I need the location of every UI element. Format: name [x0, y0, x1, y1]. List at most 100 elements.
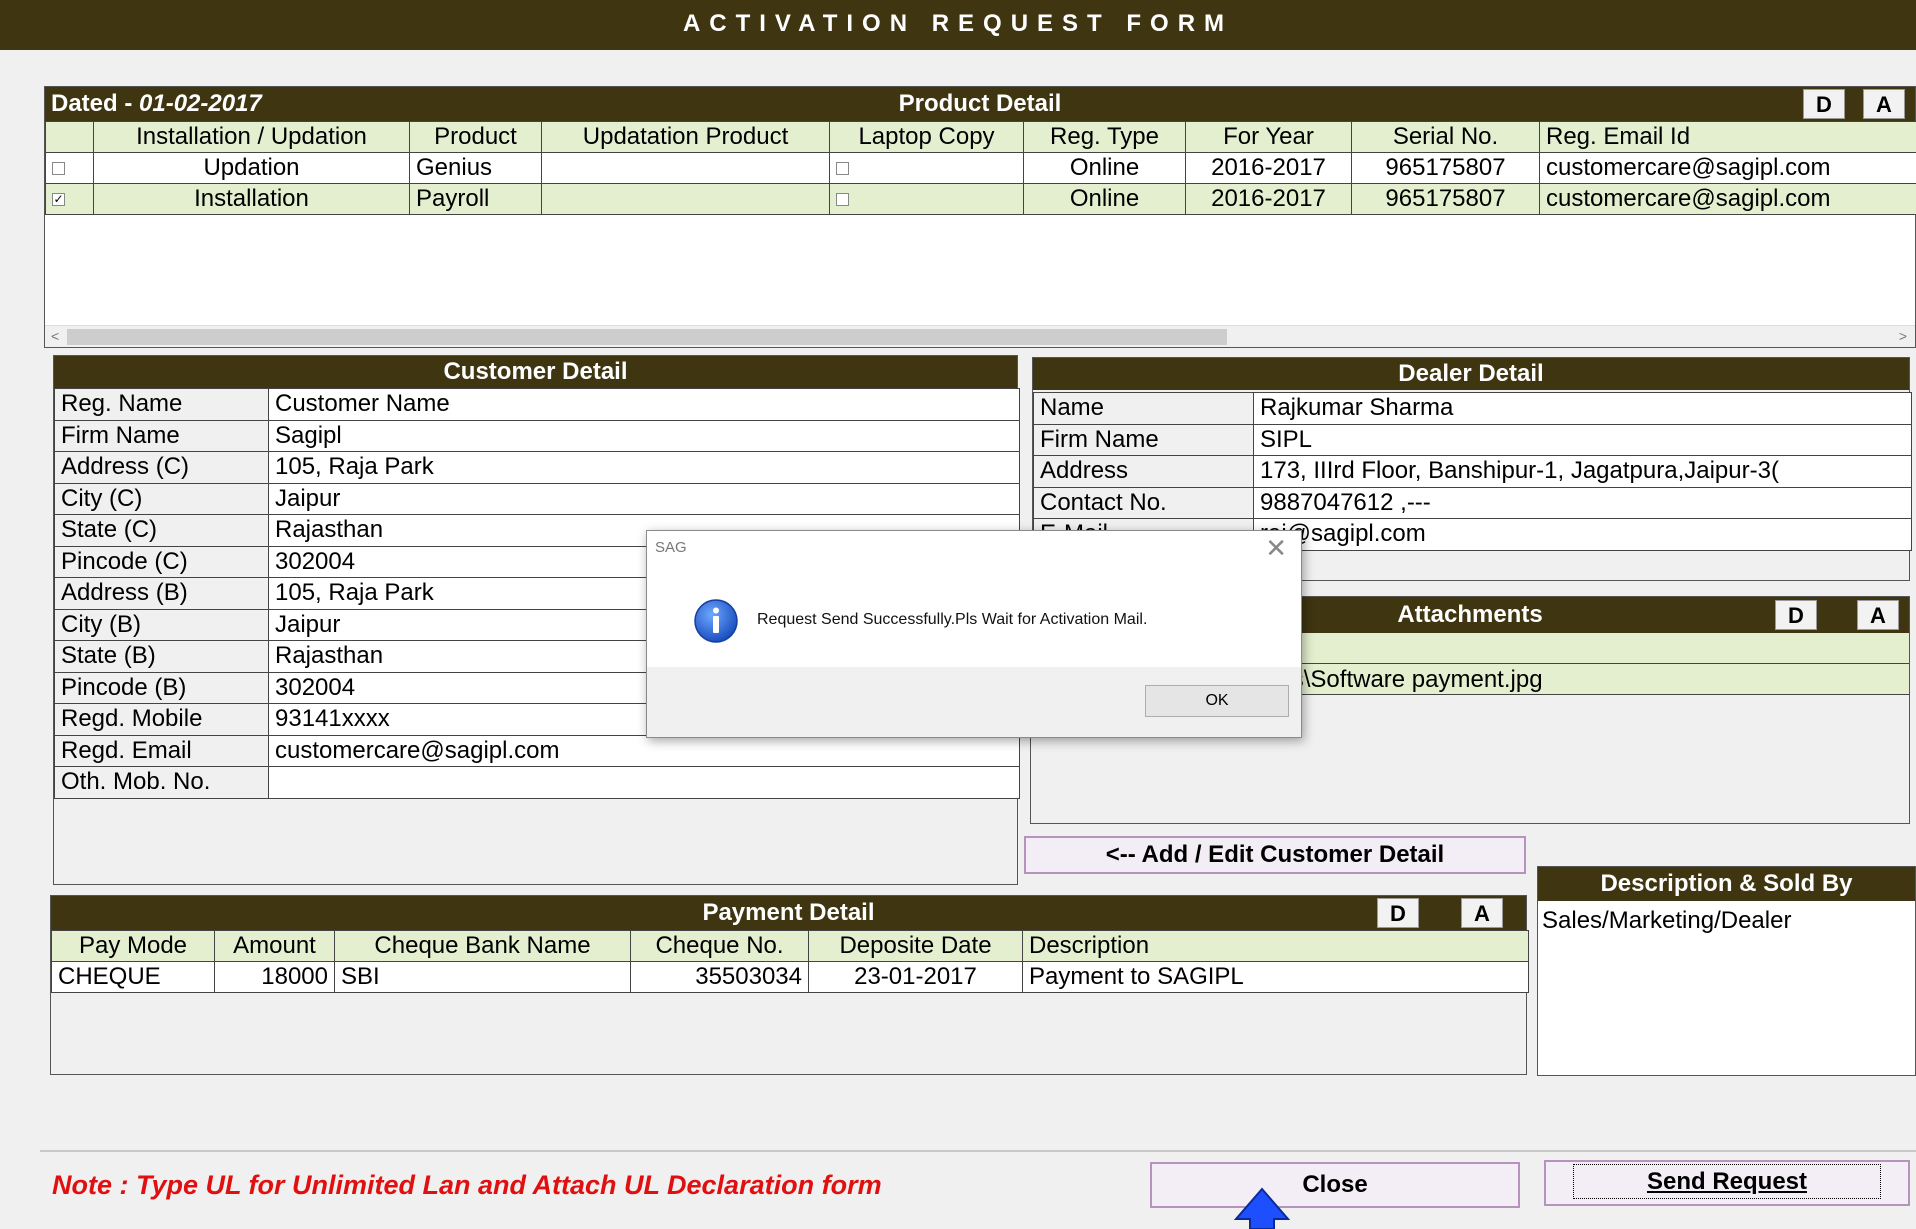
cell-cheque-no[interactable]: 35503034: [630, 961, 809, 993]
dialog-footer: OK: [647, 667, 1301, 737]
scroll-left-icon[interactable]: <: [51, 328, 59, 344]
cust-regd-email-field[interactable]: customercare@sagipl.com: [268, 734, 1020, 767]
cust-firm-name-field[interactable]: Sagipl: [268, 419, 1020, 452]
cell-email[interactable]: customercare@sagipl.com: [1539, 183, 1916, 215]
table-row[interactable]: ✓ Installation Payroll Online 2016-2017 …: [45, 183, 1916, 215]
product-detail-header: Dated - 01-02-2017 Product Detail D A: [45, 87, 1915, 121]
payment-delete-button[interactable]: D: [1377, 898, 1419, 928]
dealer-name-field[interactable]: Rajkumar Sharma: [1253, 392, 1912, 425]
dialog-close-icon[interactable]: ✕: [1265, 533, 1287, 564]
laptop-copy-checkbox[interactable]: [829, 183, 1024, 215]
dialog-message: Request Send Successfully.Pls Wait for A…: [757, 611, 1148, 628]
col-pay-mode: Pay Mode: [51, 930, 215, 962]
row-select-checkbox[interactable]: ✓: [45, 183, 94, 215]
dialog-title: SAG: [655, 539, 687, 556]
cust-label-city-b: City (B): [54, 608, 269, 641]
dealer-email-field[interactable]: raj@sagipl.com: [1253, 518, 1912, 551]
col-updatation-product: Updatation Product: [541, 121, 830, 153]
dealer-address-field[interactable]: 173, IIIrd Floor, Banshipur-1, Jagatpura…: [1253, 455, 1912, 488]
cust-label-address-b: Address (B): [54, 577, 269, 610]
cust-city-c-field[interactable]: Jaipur: [268, 482, 1020, 515]
col-product: Product: [409, 121, 542, 153]
cell-pay-mode[interactable]: CHEQUE: [51, 961, 215, 993]
dealer-firm-field[interactable]: SIPL: [1253, 423, 1912, 456]
payment-detail-header: Payment Detail D A: [51, 896, 1526, 930]
cust-label-pincode-b: Pincode (B): [54, 671, 269, 704]
col-reg-email: Reg. Email Id: [1539, 121, 1916, 153]
cust-label-city-c: City (C): [54, 482, 269, 515]
cust-address-c-field[interactable]: 105, Raja Park: [268, 451, 1020, 484]
send-request-button[interactable]: Send Request: [1544, 1160, 1910, 1206]
dealer-detail-header: Dealer Detail: [1033, 358, 1909, 390]
scroll-thumb[interactable]: [67, 329, 1227, 345]
product-hscrollbar[interactable]: < >: [45, 325, 1915, 347]
form-title: ACTIVATION REQUEST FORM: [0, 0, 1916, 50]
col-cheque-bank: Cheque Bank Name: [334, 930, 631, 962]
col-laptop-copy: Laptop Copy: [829, 121, 1024, 153]
cust-label-state-c: State (C): [54, 514, 269, 547]
description-header: Description & Sold By: [1538, 867, 1915, 901]
col-cheque-no: Cheque No.: [630, 930, 809, 962]
cell-product[interactable]: Payroll: [409, 183, 542, 215]
payment-detail-panel: Payment Detail D A Pay Mode Amount Chequ…: [50, 895, 1529, 1075]
col-reg-type: Reg. Type: [1023, 121, 1186, 153]
description-panel: Description & Sold By Sales/Marketing/De…: [1537, 866, 1916, 1076]
col-installation-updation: Installation / Updation: [93, 121, 410, 153]
cell-reg-type[interactable]: Online: [1023, 183, 1186, 215]
cell-serial[interactable]: 965175807: [1351, 183, 1540, 215]
cust-oth-mob-field[interactable]: [268, 766, 1020, 799]
cell-upd-product[interactable]: [541, 152, 830, 184]
col-amount: Amount: [214, 930, 335, 962]
cell-description[interactable]: Payment to SAGIPL: [1022, 961, 1529, 993]
info-icon: [694, 599, 738, 643]
table-row[interactable]: CHEQUE 18000 SBI 35503034 23-01-2017 Pay…: [51, 961, 1529, 993]
bottom-divider: [40, 1150, 1916, 1152]
cust-label-state-b: State (B): [54, 640, 269, 673]
payment-add-button[interactable]: A: [1461, 898, 1503, 928]
cell-upd-product[interactable]: [541, 183, 830, 215]
cell-type[interactable]: Installation: [93, 183, 410, 215]
note-text: Note : Type UL for Unlimited Lan and Att…: [52, 1170, 882, 1200]
cust-label-regd-mobile: Regd. Mobile: [54, 703, 269, 736]
payment-detail-title: Payment Detail: [702, 899, 875, 926]
cust-reg-name-field[interactable]: Customer Name: [268, 388, 1020, 421]
cell-email[interactable]: customercare@sagipl.com: [1539, 152, 1916, 184]
col-deposite-date: Deposite Date: [808, 930, 1023, 962]
dealer-contact-field[interactable]: 9887047612 ,---: [1253, 486, 1912, 519]
cell-product[interactable]: Genius: [409, 152, 542, 184]
attachment-add-button[interactable]: A: [1857, 600, 1899, 630]
ok-button[interactable]: OK: [1145, 685, 1289, 717]
dealer-label-contact: Contact No.: [1033, 486, 1254, 519]
cell-reg-type[interactable]: Online: [1023, 152, 1186, 184]
product-detail-panel: Dated - 01-02-2017 Product Detail D A In…: [44, 86, 1916, 348]
row-select-checkbox[interactable]: [45, 152, 94, 184]
cust-label-reg-name: Reg. Name: [54, 388, 269, 421]
product-dated-label: Dated - 01-02-2017: [51, 90, 262, 117]
description-textarea[interactable]: Sales/Marketing/Dealer: [1542, 905, 1911, 1071]
dealer-fields: Name Rajkumar Sharma Firm Name SIPL Addres…: [1033, 392, 1912, 551]
product-add-button[interactable]: A: [1863, 89, 1905, 119]
table-row[interactable]: Updation Genius Online 2016-2017 9651758…: [45, 152, 1916, 184]
laptop-copy-checkbox[interactable]: [829, 152, 1024, 184]
product-detail-title: Product Detail: [898, 90, 1062, 117]
pointer-arrow-icon: [1233, 1187, 1291, 1229]
attachment-delete-button[interactable]: D: [1775, 600, 1817, 630]
product-delete-button[interactable]: D: [1803, 89, 1845, 119]
cust-label-regd-email: Regd. Email: [54, 734, 269, 767]
cell-bank[interactable]: SBI: [334, 961, 631, 993]
scroll-right-icon[interactable]: >: [1899, 328, 1907, 344]
col-serial-no: Serial No.: [1351, 121, 1540, 153]
cell-year[interactable]: 2016-2017: [1185, 152, 1352, 184]
col-description: Description: [1022, 930, 1529, 962]
cell-serial[interactable]: 965175807: [1351, 152, 1540, 184]
cust-label-firm-name: Firm Name: [54, 419, 269, 452]
close-button[interactable]: Close: [1150, 1162, 1520, 1208]
product-table-header: Installation / Updation Product Updatati…: [45, 121, 1916, 153]
payment-table: Pay Mode Amount Cheque Bank Name Cheque …: [51, 930, 1529, 993]
cell-type[interactable]: Updation: [93, 152, 410, 184]
cell-deposite-date[interactable]: 23-01-2017: [808, 961, 1023, 993]
send-request-label: Send Request: [1572, 1164, 1882, 1199]
add-edit-customer-button[interactable]: <-- Add / Edit Customer Detail: [1024, 836, 1526, 874]
cell-year[interactable]: 2016-2017: [1185, 183, 1352, 215]
cell-amount[interactable]: 18000: [214, 961, 335, 993]
